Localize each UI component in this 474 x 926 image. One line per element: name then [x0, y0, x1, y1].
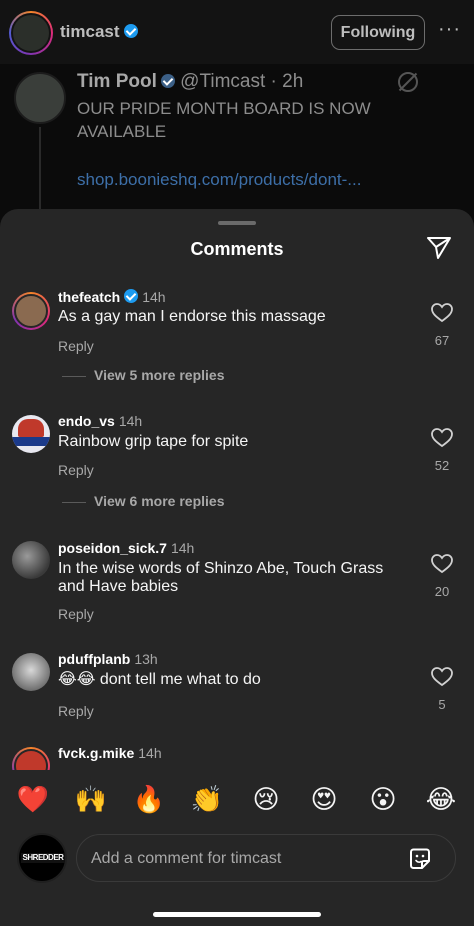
commenter-username[interactable]: pduffplanb 13h — [58, 651, 158, 667]
comments-list[interactable]: thefeatch 14h As a gay man I endorse this… — [0, 275, 474, 770]
like-count: 67 — [434, 333, 450, 348]
commenter-username[interactable]: fvck.g.mike 14h — [58, 745, 162, 761]
comment-input[interactable] — [91, 847, 391, 871]
comment-item: poseidon_sick.7 14h In the wise words of … — [0, 539, 474, 629]
commenter-username[interactable]: endo_vs 14h — [58, 413, 142, 429]
emoji-fire[interactable]: 🔥 — [132, 782, 166, 816]
like-heart-icon[interactable] — [431, 303, 453, 323]
post-link[interactable]: shop.boonieshq.com/products/dont-... — [77, 170, 361, 190]
profile-username[interactable]: timcast — [60, 22, 138, 42]
like-heart-icon[interactable] — [431, 428, 453, 448]
emoji-red-heart[interactable]: ❤️ — [16, 782, 50, 816]
comment-text: 😂😂 dont tell me what to do — [58, 671, 261, 688]
commenter-avatar[interactable] — [12, 292, 50, 330]
more-options-icon[interactable]: ··· — [438, 18, 461, 41]
like-heart-icon[interactable] — [431, 667, 453, 687]
post-header: Tim Pool @Timcast · 2h — [77, 71, 303, 93]
comment-item: fvck.g.mike 14h — [0, 745, 474, 770]
emoji-heart-eyes[interactable]: 😍 — [307, 782, 341, 816]
profile-avatar[interactable] — [9, 11, 53, 55]
comments-sheet: Comments thefeatch 14h As a gay man I end… — [0, 209, 474, 926]
like-count: 52 — [434, 458, 450, 473]
share-send-icon[interactable] — [426, 236, 452, 260]
comment-time: 14h — [170, 540, 195, 556]
emoji-tears-of-joy[interactable]: 😂 — [424, 782, 458, 816]
sheet-title: Comments — [190, 239, 284, 259]
home-indicator — [153, 912, 321, 917]
replies-line — [62, 501, 86, 503]
like-count: 20 — [434, 584, 450, 599]
comment-text: Rainbow grip tape for spite — [58, 433, 249, 450]
post-body: OUR PRIDE MONTH BOARD IS NOW AVAILABLE — [77, 99, 371, 141]
reply-button[interactable]: Reply — [58, 703, 94, 719]
comment-input-box[interactable] — [76, 834, 456, 882]
emoji-reaction-bar: ❤️ 🙌 🔥 👏 😢 😍 😮 😂 — [0, 770, 474, 828]
top-bar: timcast Following ··· — [0, 0, 474, 64]
post-author-avatar[interactable] — [14, 72, 66, 124]
comment-time: 14h — [118, 413, 143, 429]
reply-button[interactable]: Reply — [58, 462, 94, 478]
comment-time: 13h — [134, 651, 158, 667]
commenter-avatar[interactable] — [12, 653, 50, 691]
comment-item: pduffplanb 13h 😂😂 dont tell me what to do… — [0, 651, 474, 731]
comment-text: As a gay man I endorse this massage — [58, 308, 326, 325]
commenter-username[interactable]: thefeatch 14h — [58, 289, 166, 305]
my-avatar: SHREDDER — [17, 833, 67, 883]
following-button[interactable]: Following — [331, 15, 425, 50]
comment-item: thefeatch 14h As a gay man I endorse this… — [0, 288, 474, 398]
comment-time: 14h — [138, 745, 162, 761]
post-handle-time: @Timcast · 2h — [180, 71, 304, 92]
verified-icon — [123, 24, 138, 38]
comment-compose: SHREDDER — [0, 828, 474, 908]
like-heart-icon[interactable] — [431, 554, 453, 574]
drag-handle[interactable] — [218, 221, 256, 225]
thread-line — [39, 127, 41, 217]
commenter-avatar[interactable] — [12, 415, 50, 453]
post-author-name[interactable]: Tim Pool — [77, 71, 157, 92]
sticker-icon[interactable] — [407, 846, 433, 872]
commenter-avatar[interactable] — [12, 747, 50, 770]
like-count: 5 — [438, 697, 446, 712]
replies-line — [62, 375, 86, 377]
reply-button[interactable]: Reply — [58, 606, 94, 622]
emoji-surprised-face[interactable]: 😮 — [366, 782, 400, 816]
muted-icon[interactable] — [398, 72, 418, 92]
emoji-clapping-hands[interactable]: 👏 — [190, 782, 224, 816]
comment-time: 14h — [142, 289, 166, 305]
view-more-replies[interactable]: View 5 more replies — [62, 367, 224, 383]
view-more-replies[interactable]: View 6 more replies — [62, 493, 224, 509]
commenter-username[interactable]: poseidon_sick.7 14h — [58, 540, 194, 556]
reply-button[interactable]: Reply — [58, 338, 94, 354]
comment-item: endo_vs 14h Rainbow grip tape for spite R… — [0, 413, 474, 523]
comment-text: In the wise words of Shinzo Abe, Touch G… — [58, 560, 384, 595]
verified-icon — [124, 289, 139, 303]
emoji-raising-hands[interactable]: 🙌 — [74, 782, 108, 816]
verified-icon — [160, 74, 175, 88]
commenter-avatar[interactable] — [12, 541, 50, 579]
emoji-crying-face[interactable]: 😢 — [249, 782, 283, 816]
